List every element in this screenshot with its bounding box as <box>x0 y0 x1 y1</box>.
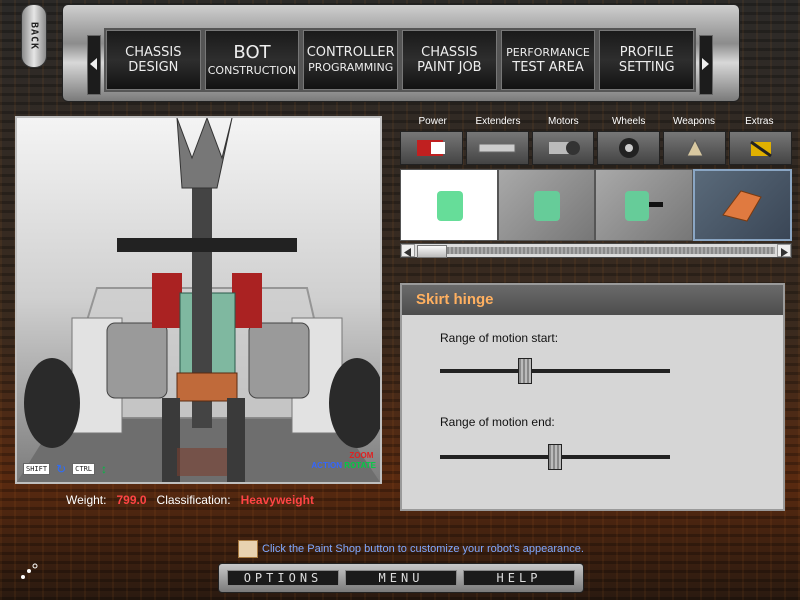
back-button[interactable]: BACK <box>21 4 47 68</box>
tip-line: Click the Paint Shop button to customize… <box>238 540 584 558</box>
chevron-left-icon <box>404 248 411 257</box>
nav-chassis-design[interactable]: CHASSIS DESIGN <box>106 30 201 90</box>
nav-label: CHASSIS <box>125 45 182 60</box>
ctrl-key-hint: CTRL <box>72 463 95 475</box>
nav-left-arrow[interactable] <box>87 35 101 95</box>
paint-shop-icon <box>238 540 258 558</box>
rotate-arrow-icon: ↻ <box>56 462 67 476</box>
weight-value: 799.0 <box>116 493 147 507</box>
nav-right-arrow[interactable] <box>699 35 713 95</box>
nav-bot-construction[interactable]: BOT CONSTRUCTION <box>204 30 300 90</box>
nav-label: CONSTRUCTION <box>207 63 297 77</box>
tab-power[interactable] <box>400 131 463 165</box>
orange-plate-icon <box>722 190 763 222</box>
loading-spinner-icon <box>21 563 38 579</box>
nav-profile-setting[interactable]: PROFILE SETTING <box>599 30 695 90</box>
nav-label: TEST AREA <box>512 60 584 75</box>
category-label-weapons: Weapons <box>672 116 716 127</box>
rotate-label: ROTATE <box>344 461 376 470</box>
green-block-icon <box>436 191 463 221</box>
range-end-label: Range of motion end: <box>440 415 555 429</box>
weight-label: Weight: <box>66 493 107 507</box>
robot-render <box>17 118 380 482</box>
menu-button[interactable]: MENU <box>345 570 457 586</box>
tab-motors[interactable] <box>531 131 595 165</box>
part-item-3[interactable] <box>595 169 693 241</box>
category-label-extenders: Extenders <box>475 116 521 127</box>
category-label-motors: Motors <box>548 116 579 127</box>
green-block-axle-icon <box>624 191 663 221</box>
range-start-slider[interactable] <box>440 358 670 384</box>
nav-performance-test-area[interactable]: PERFORMANCE TEST AREA <box>500 30 596 90</box>
action-label: ACTION <box>311 461 343 470</box>
motor-icon <box>549 141 581 155</box>
zoom-label: ZOOM <box>349 451 374 460</box>
nav-label: PAINT JOB <box>417 60 482 75</box>
wheel-icon <box>618 138 639 158</box>
range-start-label: Range of motion start: <box>440 331 559 345</box>
category-label-power: Power <box>418 116 447 127</box>
nav-controller-programming[interactable]: CONTROLLER PROGRAMMING <box>303 30 399 90</box>
classification-label: Classification: <box>156 493 231 507</box>
scroll-track[interactable] <box>447 247 775 254</box>
green-block-icon <box>534 191 561 221</box>
part-properties-panel: Skirt hinge Range of motion start: Range… <box>400 283 785 511</box>
viewport-key-hints: SHIFT ↻ CTRL ↕ <box>23 462 107 476</box>
tab-weapons[interactable] <box>663 131 727 165</box>
nav-chassis-paint-job[interactable]: CHASSIS PAINT JOB <box>402 30 497 90</box>
nav-label: CHASSIS <box>421 45 478 60</box>
top-nav: CHASSIS DESIGN BOT CONSTRUCTION CONTROLL… <box>104 28 696 92</box>
robot-3d-viewport[interactable]: SHIFT ↻ CTRL ↕ ZOOM ACTION ROTATE <box>15 116 382 484</box>
nav-label: BOT <box>233 41 271 63</box>
options-button[interactable]: OPTIONS <box>227 570 339 586</box>
part-item-2[interactable] <box>497 169 595 241</box>
category-label-wheels: Wheels <box>611 116 646 127</box>
category-label-extras: Extras <box>745 116 774 127</box>
range-end-thumb[interactable] <box>548 444 562 470</box>
panel-title: Skirt hinge <box>402 285 783 315</box>
part-item-1[interactable] <box>400 169 498 241</box>
scroll-right-button[interactable] <box>777 244 791 257</box>
extender-bar-icon <box>478 143 516 153</box>
nav-label: PERFORMANCE <box>506 46 590 59</box>
nav-label: PROGRAMMING <box>308 61 394 74</box>
parts-scrollbar[interactable] <box>400 243 792 258</box>
tab-extras[interactable] <box>729 131 792 165</box>
nav-label: CONTROLLER <box>306 45 395 60</box>
tab-wheels[interactable] <box>597 131 661 165</box>
scroll-thumb[interactable] <box>417 245 447 258</box>
nav-label: DESIGN <box>128 60 179 75</box>
part-category-tabs <box>400 131 792 165</box>
range-start-thumb[interactable] <box>518 358 533 384</box>
up-arrow-icon: ↕ <box>101 462 107 476</box>
back-label: BACK <box>28 21 40 51</box>
parts-list <box>400 169 792 241</box>
help-button[interactable]: HELP <box>463 570 575 586</box>
robot-stats: Weight: 799.0 Classification: Heavyweigh… <box>66 493 314 507</box>
action-hints: ZOOM ACTION ROTATE <box>311 451 376 470</box>
weapon-icon <box>685 138 704 157</box>
part-category-labels: Power Extenders Motors Wheels Weapons Ex… <box>400 116 792 127</box>
extras-icon <box>749 140 772 158</box>
chevron-right-icon <box>781 248 788 257</box>
nav-label: SETTING <box>618 60 675 75</box>
scroll-left-button[interactable] <box>401 244 415 257</box>
battery-icon <box>417 140 446 156</box>
tab-extenders[interactable] <box>465 131 529 165</box>
tip-text: Click the Paint Shop button to customize… <box>262 543 584 555</box>
nav-label: PROFILE <box>619 45 674 60</box>
classification-value: Heavyweight <box>240 493 314 507</box>
bottom-menu-bar: OPTIONS MENU HELP <box>218 563 584 593</box>
shift-key-hint: SHIFT <box>23 463 51 475</box>
part-item-4[interactable] <box>692 169 792 241</box>
range-end-slider[interactable] <box>440 444 670 470</box>
